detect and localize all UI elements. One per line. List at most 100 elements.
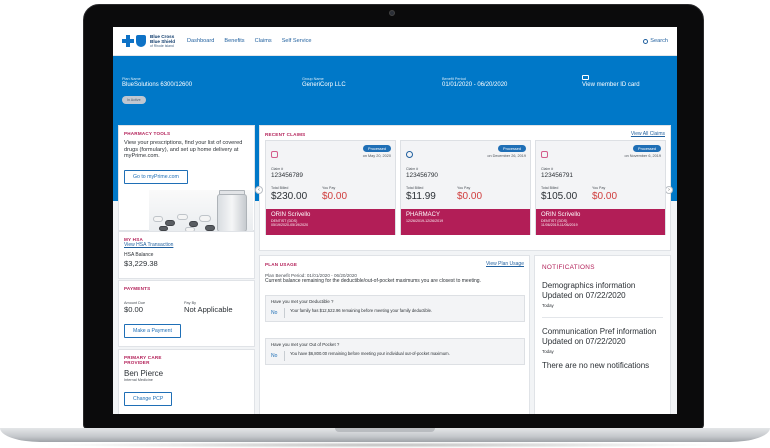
notifications-panel: NOTIFICATIONS Demographics information U… xyxy=(534,255,671,414)
view-plan-usage-link[interactable]: View Plan Usage xyxy=(486,261,524,267)
nav-benefits[interactable]: Benefits xyxy=(224,38,244,44)
pill-bottle xyxy=(217,194,247,232)
hsa-transaction-link[interactable]: View HSA Transaction xyxy=(124,242,249,248)
provider-block: PHARMACY 12/26/2019-12/26/2019 xyxy=(401,209,530,235)
recent-claims-panel: RECENT CLAIMS View All Claims ‹ › Proces… xyxy=(255,125,673,251)
pay-by-value: Not Applicable xyxy=(184,305,233,314)
id-card-link[interactable]: View member ID card xyxy=(582,75,640,88)
service-dates: 11/06/2019-11/06/2019 xyxy=(541,223,578,228)
deductible-remaining: Your family has $12,522.96 remaining bef… xyxy=(290,308,433,313)
plan-usage-panel: PLAN USAGE View Plan Usage Plan Benefit … xyxy=(259,255,530,414)
notification-item[interactable]: Demographics information Updated on 07/2… xyxy=(542,281,663,308)
app-screen: Blue Cross Blue Shield of Rhode Island D… xyxy=(113,27,677,414)
nav-claims[interactable]: Claims xyxy=(255,38,272,44)
service-dates: 05/19/2020-05/19/2020 xyxy=(271,223,309,228)
plan-value: BlueSolutions 6300/12600 xyxy=(122,82,193,88)
out-of-pocket-question: Have you met your Out of Pocket ? No You… xyxy=(265,338,525,365)
claim-card[interactable]: Processed on May 20, 2020 Claim # 123456… xyxy=(265,140,396,235)
logo-line-2: Blue Shield xyxy=(150,38,176,44)
search-label: Search xyxy=(650,38,668,44)
search-icon xyxy=(643,38,649,44)
plan-label: Plan Name xyxy=(122,77,141,81)
you-pay-label: You Pay xyxy=(457,186,471,190)
nav-dashboard[interactable]: Dashboard xyxy=(187,38,214,44)
pcp-title: PRIMARY CARE PROVIDER xyxy=(124,355,162,365)
usage-header: PLAN USAGE View Plan Usage xyxy=(265,261,524,267)
recent-claims-title: RECENT CLAIMS xyxy=(265,131,306,137)
you-pay-value: $0.00 xyxy=(592,191,618,202)
you-pay-value: $0.00 xyxy=(322,191,348,202)
provider-block: ORIN Scrivello DENTIST (DDS) 11/06/2019-… xyxy=(536,209,665,235)
pill xyxy=(177,214,188,220)
claim-card[interactable]: Processed on December 26, 2019 Claim # 1… xyxy=(400,140,531,235)
tooth-icon xyxy=(541,151,548,158)
pcp-name: Ben Pierce xyxy=(124,369,164,378)
pill xyxy=(165,220,175,226)
claim-date: on May 20, 2020 xyxy=(362,154,391,158)
laptop-shadow xyxy=(40,442,730,448)
status-badge: Processed xyxy=(363,145,391,152)
total-billed-label: Total Billed xyxy=(541,186,559,190)
nav-self-service[interactable]: Self Service xyxy=(282,38,312,44)
go-to-myprime-button[interactable]: Go to myPrime.com xyxy=(124,169,188,184)
claim-number: 123456791 xyxy=(541,172,573,179)
you-pay-value: $0.00 xyxy=(457,191,483,202)
make-payment-button[interactable]: Make a Payment xyxy=(124,324,181,338)
claim-date: on November 6, 2019 xyxy=(624,154,661,158)
status-badge: Processed xyxy=(498,145,526,152)
deductible-question: Have you met your Deductible ? No Your f… xyxy=(265,295,525,322)
laptop-mockup: Blue Cross Blue Shield of Rhode Island D… xyxy=(0,0,770,448)
oop-question-text: Have you met your Out of Pocket ? xyxy=(271,342,340,347)
payments-title: PAYMENTS xyxy=(124,286,151,291)
notification-heading: Communication Pref information Updated o… xyxy=(542,327,657,346)
claim-number-label: Claim # xyxy=(541,167,554,171)
pill xyxy=(199,215,211,222)
view-all-claims-link[interactable]: View All Claims xyxy=(631,131,665,137)
pills-image xyxy=(149,190,253,234)
claim-number: 123456789 xyxy=(271,172,303,179)
chevron-right-icon[interactable]: › xyxy=(665,186,673,194)
provider-name: ORIN Scrivello xyxy=(271,212,311,218)
claim-number: 123456790 xyxy=(406,172,438,179)
change-pcp-button[interactable]: Change PCP xyxy=(124,392,173,406)
chevron-left-icon[interactable]: ‹ xyxy=(255,186,263,194)
oop-remaining: You have $6,800.00 remaining before meet… xyxy=(290,351,450,356)
divider xyxy=(542,317,663,319)
top-navigation: Blue Cross Blue Shield of Rhode Island D… xyxy=(113,27,677,56)
oop-answer: No xyxy=(271,351,285,361)
deductible-answer: No xyxy=(271,308,285,318)
search-button[interactable]: Search xyxy=(643,38,668,44)
brand-logo[interactable]: Blue Cross Blue Shield of Rhode Island xyxy=(122,34,175,49)
logo-text: Blue Cross Blue Shield of Rhode Island xyxy=(150,34,175,49)
status-badge: Processed xyxy=(633,145,661,152)
hsa-balance-value: $3,229.38 xyxy=(124,258,158,268)
you-pay-label: You Pay xyxy=(322,186,336,190)
provider-name: ORIN Scrivello xyxy=(541,212,581,218)
logo-line-3: of Rhode Island xyxy=(150,43,174,48)
total-billed-value: $230.00 xyxy=(271,191,308,202)
claim-number-label: Claim # xyxy=(406,167,419,171)
amount-due-value: $0.00 xyxy=(124,305,144,314)
claim-card[interactable]: Processed on November 6, 2019 Claim # 12… xyxy=(535,140,666,235)
cross-logo-icon xyxy=(122,35,134,47)
pill xyxy=(153,216,163,222)
total-billed-label: Total Billed xyxy=(406,186,424,190)
pharmacy-panel: PHARMACY TOOLS View your prescriptions, … xyxy=(118,125,255,234)
provider-block: ORIN Scrivello DENTIST (DDS) 05/19/2020-… xyxy=(266,209,395,235)
service-dates: 12/26/2019-12/26/2019 xyxy=(406,219,444,223)
group-label: Group Name xyxy=(302,77,324,81)
claim-number-label: Claim # xyxy=(271,167,284,171)
tooth-icon xyxy=(271,151,278,158)
no-notifications-text: There are no new notifications xyxy=(542,361,650,371)
plan-usage-title: PLAN USAGE xyxy=(265,261,298,267)
notification-time: Today xyxy=(542,349,554,355)
pharmacy-title: PHARMACY TOOLS xyxy=(124,131,171,136)
usage-description: Current balance remaining for the deduct… xyxy=(265,278,481,284)
deductible-question-text: Have you met your Deductible ? xyxy=(271,299,334,304)
plan-info: Plan Name BlueSolutions 6300/12600 In Ac… xyxy=(122,77,192,106)
notification-item[interactable]: Communication Pref information Updated o… xyxy=(542,327,663,354)
claims-header: RECENT CLAIMS View All Claims xyxy=(265,131,665,137)
id-card-icon xyxy=(582,75,589,80)
period-label: Benefit Period xyxy=(442,77,466,81)
provider-name: PHARMACY xyxy=(406,212,441,218)
